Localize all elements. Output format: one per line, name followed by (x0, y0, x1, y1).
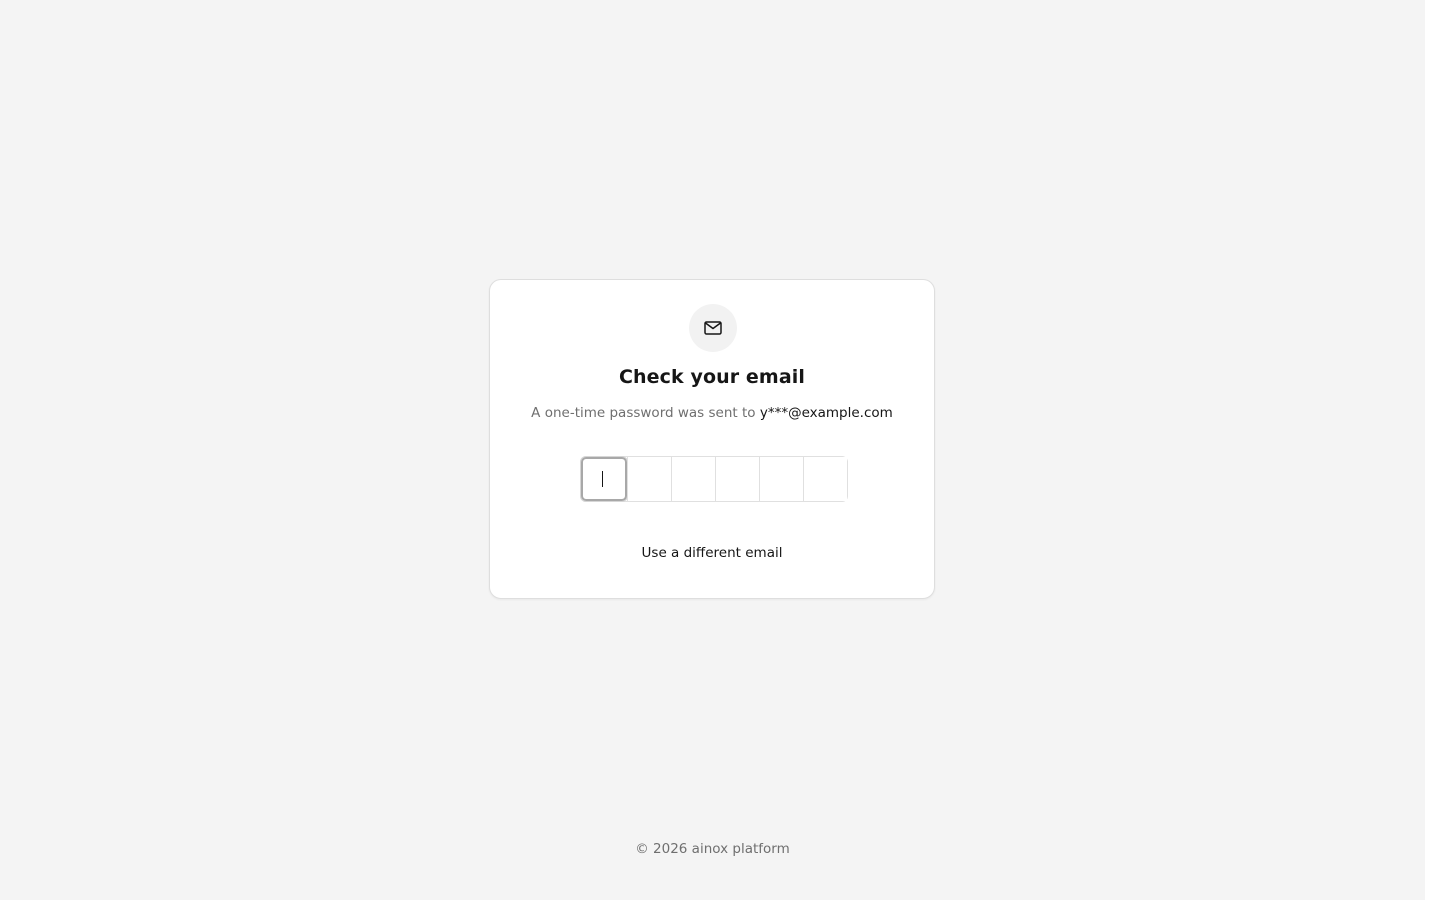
otp-digit-1[interactable] (581, 457, 627, 501)
mail-icon-badge (689, 304, 737, 352)
footer-copyright: © 2026 ainox platform (635, 841, 790, 857)
masked-email: y***@example.com (759, 405, 893, 421)
text-caret (602, 471, 603, 487)
otp-digit-3[interactable] (671, 457, 715, 501)
otp-input-group (580, 456, 848, 502)
otp-digit-5[interactable] (759, 457, 803, 501)
otp-digit-4[interactable] (715, 457, 759, 501)
mail-icon (704, 321, 722, 335)
otp-sent-prefix: A one-time password was sent to (531, 405, 760, 421)
use-different-email-link[interactable]: Use a different email (490, 545, 934, 561)
page-title: Check your email (619, 366, 805, 388)
verification-card: Check your email A one-time password was… (489, 279, 935, 599)
page-background: Check your email A one-time password was… (0, 0, 1425, 900)
otp-digit-2[interactable] (627, 457, 671, 501)
otp-digit-6[interactable] (803, 457, 847, 501)
otp-sent-message: A one-time password was sent to y***@exa… (490, 405, 934, 421)
